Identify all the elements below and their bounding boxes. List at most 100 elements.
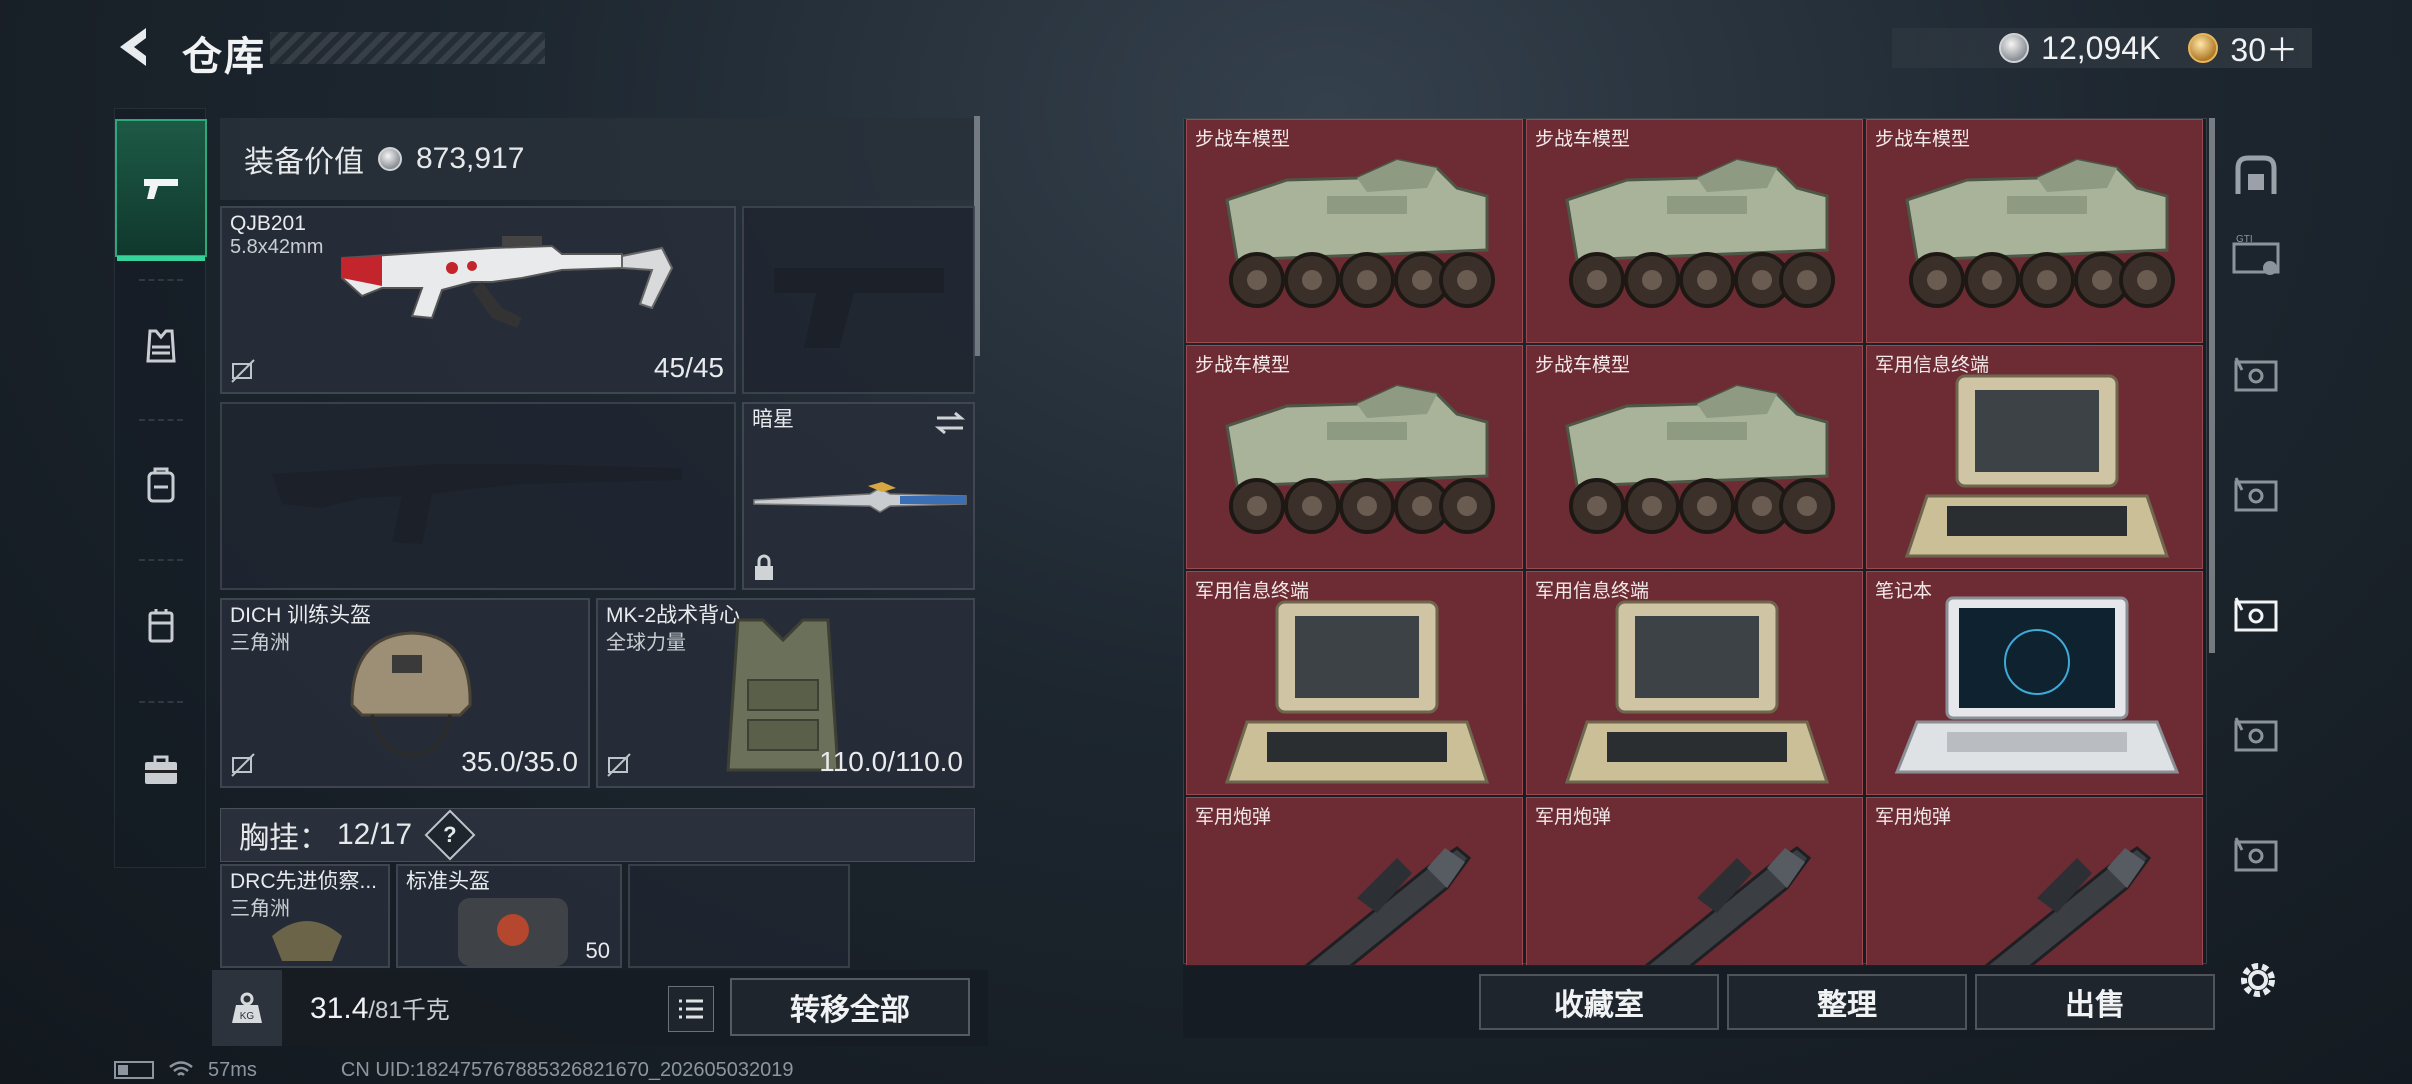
tab-pouch[interactable] xyxy=(115,705,207,835)
tab-armor[interactable] xyxy=(115,281,207,411)
helmet-durability: 35.0/35.0 xyxy=(461,746,578,777)
artillery-shell-icon xyxy=(1984,846,2152,965)
loot-item[interactable]: 步战车模型 xyxy=(1866,119,2203,343)
loot-item[interactable]: 步战车模型 xyxy=(1186,345,1523,569)
chest-rig-bar: 胸挂： 12/17 ? xyxy=(220,808,975,862)
help-button[interactable]: ? xyxy=(424,809,476,861)
briefcase-icon xyxy=(145,755,177,784)
ifv-model-icon xyxy=(1905,158,2175,308)
page-title: 仓库 xyxy=(182,35,266,79)
military-terminal-icon xyxy=(1564,600,1830,784)
storage-tab-2[interactable] xyxy=(2228,468,2284,524)
loot-item[interactable]: 军用炮弹 xyxy=(1526,797,1863,965)
loot-actions: 收藏室 整理 出售 xyxy=(1183,966,2215,1038)
helmet-icon xyxy=(350,631,472,758)
weight-bar: KG 31.4/81千克 转移全部 xyxy=(212,970,988,1046)
rifle-placeholder-icon xyxy=(272,464,682,544)
backpack-icon xyxy=(147,467,175,503)
loot-grid: 步战车模型 步战车模型 步战车模型 步战车模型 步战车模型 军用信息终端 军用信息终端 军用信… xyxy=(1186,119,2206,965)
equipment-panel: 装备价值 873,917 QJB201 5.8x42mm 45/45 暗星 DI… xyxy=(212,108,988,1046)
sort-button[interactable]: 整理 xyxy=(1727,974,1967,1030)
rig-item-slot[interactable]: 标准头盔 50 xyxy=(396,864,622,968)
category-rail xyxy=(114,108,207,868)
battery-icon xyxy=(114,1061,154,1079)
loot-item[interactable]: 步战车模型 xyxy=(1526,119,1863,343)
artillery-shell-icon xyxy=(1644,846,1812,965)
goggles-icon xyxy=(272,921,342,961)
ifv-model-icon xyxy=(1225,384,1495,534)
pistol-placeholder-icon xyxy=(774,268,944,348)
no-insure-icon xyxy=(607,753,631,777)
weapon-caliber: 5.8x42mm xyxy=(230,236,324,258)
gold-amount[interactable]: 30＋ xyxy=(2230,25,2298,71)
chest-rig-capacity: 12/17 xyxy=(337,818,413,851)
transfer-all-button[interactable]: 转移全部 xyxy=(730,978,970,1036)
loot-item[interactable]: 军用信息终端 xyxy=(1186,571,1523,795)
tab-backpack[interactable] xyxy=(115,421,207,551)
gold-coin-icon xyxy=(2188,33,2219,63)
list-icon xyxy=(679,999,703,1019)
weight-icon: KG xyxy=(212,970,282,1046)
silver-coin-icon xyxy=(378,147,402,171)
secondary-weapon-slot[interactable] xyxy=(220,402,736,590)
loot-item[interactable]: 军用炮弹 xyxy=(1866,797,2203,965)
silver-amount[interactable]: 12,094K xyxy=(2041,30,2160,67)
currency-bar: 12,094K 30＋ xyxy=(1892,28,2312,68)
primary-weapon-slot[interactable]: QJB201 5.8x42mm 45/45 xyxy=(220,206,736,394)
armor-slot[interactable]: MK-2战术背心 全球力量 110.0/110.0 xyxy=(596,598,975,788)
armor-durability: 110.0/110.0 xyxy=(819,746,963,777)
tab-weapons[interactable] xyxy=(115,119,207,261)
collection-room-button[interactable]: 收藏室 xyxy=(1479,974,1719,1030)
list-view-button[interactable] xyxy=(668,986,714,1032)
melee-name: 暗星 xyxy=(752,408,794,431)
melee-slot[interactable]: 暗星 xyxy=(742,402,975,590)
back-button[interactable] xyxy=(110,22,160,72)
weapon-ammo: 45/45 xyxy=(653,352,724,383)
title-decoration xyxy=(270,32,545,64)
ifv-model-icon xyxy=(1565,384,1835,534)
chest-rig-label: 胸挂： xyxy=(239,822,329,855)
storage-tab-rail: GTI xyxy=(2216,118,2296,964)
loot-item[interactable]: 笔记本 xyxy=(1866,571,2203,795)
status-bar: 57ms CN UID:182475767885326821670_202605… xyxy=(114,1058,794,1082)
loot-item[interactable]: 军用信息终端 xyxy=(1866,345,2203,569)
knife-icon xyxy=(753,482,967,513)
storage-tab-5[interactable] xyxy=(2228,828,2284,884)
storage-box-icon xyxy=(2234,837,2278,872)
loot-grid-panel: 步战车模型 步战车模型 步战车模型 步战车模型 步战车模型 军用信息终端 军用信息终端 军用信… xyxy=(1183,118,2207,965)
storage-tab-gti[interactable]: GTI xyxy=(2228,228,2284,284)
vest-icon xyxy=(146,329,176,363)
lock-icon xyxy=(755,554,773,580)
safe-icon xyxy=(2235,155,2277,194)
loot-scrollbar[interactable] xyxy=(2209,118,2215,653)
settings-gear-icon[interactable] xyxy=(2234,956,2282,1004)
chest-rig-icon xyxy=(148,609,174,643)
equipment-value: 873,917 xyxy=(416,142,525,175)
storage-tab-3-active[interactable] xyxy=(2228,588,2284,644)
storage-tab-1[interactable] xyxy=(2228,348,2284,404)
loot-item[interactable]: 步战车模型 xyxy=(1526,345,1863,569)
armor-faction: 全球力量 xyxy=(606,632,686,654)
storage-tab-safe[interactable] xyxy=(2228,148,2284,204)
pistol-slot[interactable] xyxy=(742,206,975,394)
rifle-icon xyxy=(341,236,674,328)
gti-storage-icon: GTI xyxy=(2232,234,2280,275)
empty-rig-slot[interactable] xyxy=(628,864,850,968)
swap-icon[interactable] xyxy=(935,410,965,436)
ifv-model-icon xyxy=(1225,158,1495,308)
rig-item-slot[interactable]: DRC先进侦察... 三角洲 xyxy=(220,864,390,968)
storage-box-icon xyxy=(2234,477,2278,512)
storage-tab-4[interactable] xyxy=(2228,708,2284,764)
helmet-faction: 三角洲 xyxy=(230,632,290,654)
sell-button[interactable]: 出售 xyxy=(1975,974,2215,1030)
ping-value: 57ms xyxy=(208,1058,257,1081)
svg-text:KG: KG xyxy=(240,1011,255,1022)
loot-item[interactable]: 步战车模型 xyxy=(1186,119,1523,343)
tab-rig[interactable] xyxy=(115,561,207,691)
loot-item[interactable]: 军用炮弹 xyxy=(1186,797,1523,965)
equipment-value-label: 装备价值 xyxy=(244,146,364,179)
helmet-slot[interactable]: DICH 训练头盔 三角洲 35.0/35.0 xyxy=(220,598,590,788)
storage-box-icon xyxy=(2234,597,2278,632)
laptop-icon xyxy=(1894,596,2180,774)
loot-item[interactable]: 军用信息终端 xyxy=(1526,571,1863,795)
